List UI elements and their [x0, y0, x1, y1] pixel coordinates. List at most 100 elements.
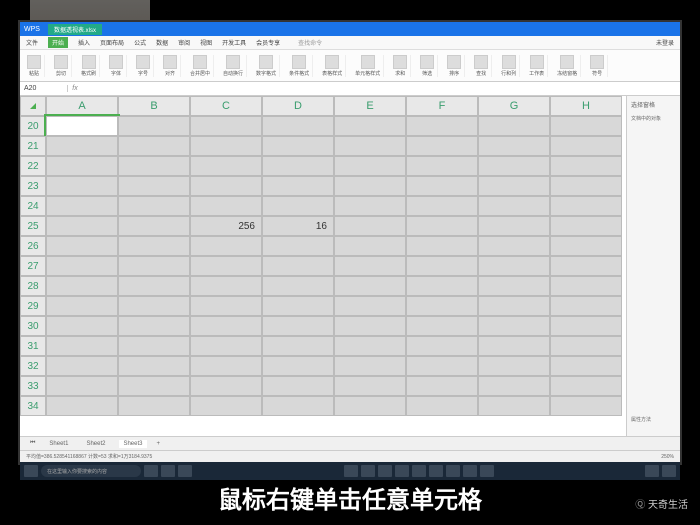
cell[interactable]: [190, 136, 262, 156]
cell[interactable]: [334, 196, 406, 216]
cell[interactable]: [406, 116, 478, 136]
cell[interactable]: [262, 116, 334, 136]
cell[interactable]: [406, 276, 478, 296]
cell[interactable]: [550, 276, 622, 296]
nav-first-icon[interactable]: ⏮: [30, 440, 35, 447]
sheet-tab[interactable]: Sheet3: [119, 440, 146, 448]
cell[interactable]: [550, 156, 622, 176]
cell[interactable]: [46, 136, 118, 156]
cell[interactable]: [118, 356, 190, 376]
taskbar-app-icon[interactable]: [463, 465, 477, 477]
row-header[interactable]: 21: [20, 136, 46, 156]
fx-icon[interactable]: fx: [68, 85, 82, 92]
cell[interactable]: [478, 236, 550, 256]
cell[interactable]: [550, 236, 622, 256]
cell[interactable]: [190, 116, 262, 136]
taskbar-icon[interactable]: [178, 465, 192, 477]
ribbon-find[interactable]: 查找: [471, 55, 492, 77]
ribbon-cut[interactable]: 剪切: [51, 55, 72, 77]
cell[interactable]: [334, 376, 406, 396]
cell[interactable]: [406, 316, 478, 336]
cell[interactable]: [118, 216, 190, 236]
ribbon-freeze[interactable]: 冻结窗格: [554, 55, 581, 77]
spreadsheet-area[interactable]: ABCDEFGH20212223242525616262728293031323…: [20, 96, 626, 436]
cell[interactable]: [478, 156, 550, 176]
cell[interactable]: [46, 276, 118, 296]
cell[interactable]: [190, 356, 262, 376]
tab-layout[interactable]: 页面布局: [100, 38, 124, 47]
cell[interactable]: [190, 176, 262, 196]
cell[interactable]: [46, 396, 118, 416]
cell[interactable]: [46, 156, 118, 176]
cell[interactable]: [46, 256, 118, 276]
login-status[interactable]: 未登录: [656, 38, 674, 47]
row-header[interactable]: 30: [20, 316, 46, 336]
cell[interactable]: [406, 236, 478, 256]
cell[interactable]: [190, 276, 262, 296]
cell[interactable]: [550, 376, 622, 396]
cell[interactable]: [262, 336, 334, 356]
row-header[interactable]: 33: [20, 376, 46, 396]
ribbon-rowcol[interactable]: 行和列: [498, 55, 520, 77]
row-header[interactable]: 26: [20, 236, 46, 256]
row-header[interactable]: 29: [20, 296, 46, 316]
cell[interactable]: [478, 376, 550, 396]
cell[interactable]: [334, 156, 406, 176]
ribbon-sum[interactable]: 求和: [390, 55, 411, 77]
taskbar-icon[interactable]: [161, 465, 175, 477]
taskbar-app-icon[interactable]: [344, 465, 358, 477]
cell[interactable]: [46, 236, 118, 256]
cell[interactable]: [406, 256, 478, 276]
cell[interactable]: [262, 196, 334, 216]
cell[interactable]: [262, 316, 334, 336]
cell[interactable]: [406, 396, 478, 416]
cell[interactable]: [550, 136, 622, 156]
cell[interactable]: [46, 116, 118, 136]
cell[interactable]: [334, 356, 406, 376]
ribbon-font[interactable]: 字体: [106, 55, 127, 77]
cell[interactable]: [118, 136, 190, 156]
cell[interactable]: [334, 176, 406, 196]
add-sheet-button[interactable]: +: [157, 441, 161, 447]
cell[interactable]: [334, 116, 406, 136]
cell[interactable]: [406, 136, 478, 156]
ribbon-paste[interactable]: 粘贴: [24, 55, 45, 77]
cell[interactable]: [550, 296, 622, 316]
cell[interactable]: [118, 196, 190, 216]
cell[interactable]: [478, 276, 550, 296]
cell[interactable]: [406, 356, 478, 376]
ribbon-wrap[interactable]: 自动换行: [220, 55, 247, 77]
ribbon-cell-style[interactable]: 单元格样式: [352, 55, 384, 77]
column-header[interactable]: E: [334, 96, 406, 116]
cell[interactable]: [334, 276, 406, 296]
row-header[interactable]: 32: [20, 356, 46, 376]
cell[interactable]: [262, 176, 334, 196]
taskbar-app-icon[interactable]: [361, 465, 375, 477]
cell[interactable]: [406, 296, 478, 316]
cell[interactable]: [478, 296, 550, 316]
ribbon-table-style[interactable]: 表格样式: [319, 55, 346, 77]
cell[interactable]: [262, 356, 334, 376]
cell[interactable]: [118, 156, 190, 176]
cell[interactable]: [406, 176, 478, 196]
cell[interactable]: [406, 216, 478, 236]
cell[interactable]: [46, 296, 118, 316]
taskbar-app-icon[interactable]: [378, 465, 392, 477]
cell[interactable]: [190, 336, 262, 356]
cell[interactable]: [550, 256, 622, 276]
cell[interactable]: [334, 336, 406, 356]
cell[interactable]: [118, 376, 190, 396]
cell[interactable]: [262, 256, 334, 276]
row-header[interactable]: 31: [20, 336, 46, 356]
ribbon-cond-format[interactable]: 条件格式: [286, 55, 313, 77]
ribbon-symbol[interactable]: 符号: [587, 55, 608, 77]
row-header[interactable]: 24: [20, 196, 46, 216]
column-header[interactable]: H: [550, 96, 622, 116]
ribbon-sort[interactable]: 排序: [444, 55, 465, 77]
row-header[interactable]: 20: [20, 116, 46, 136]
cell[interactable]: [190, 316, 262, 336]
cell[interactable]: [478, 396, 550, 416]
taskbar-app-icon[interactable]: [395, 465, 409, 477]
cell[interactable]: [550, 336, 622, 356]
cell[interactable]: [46, 356, 118, 376]
